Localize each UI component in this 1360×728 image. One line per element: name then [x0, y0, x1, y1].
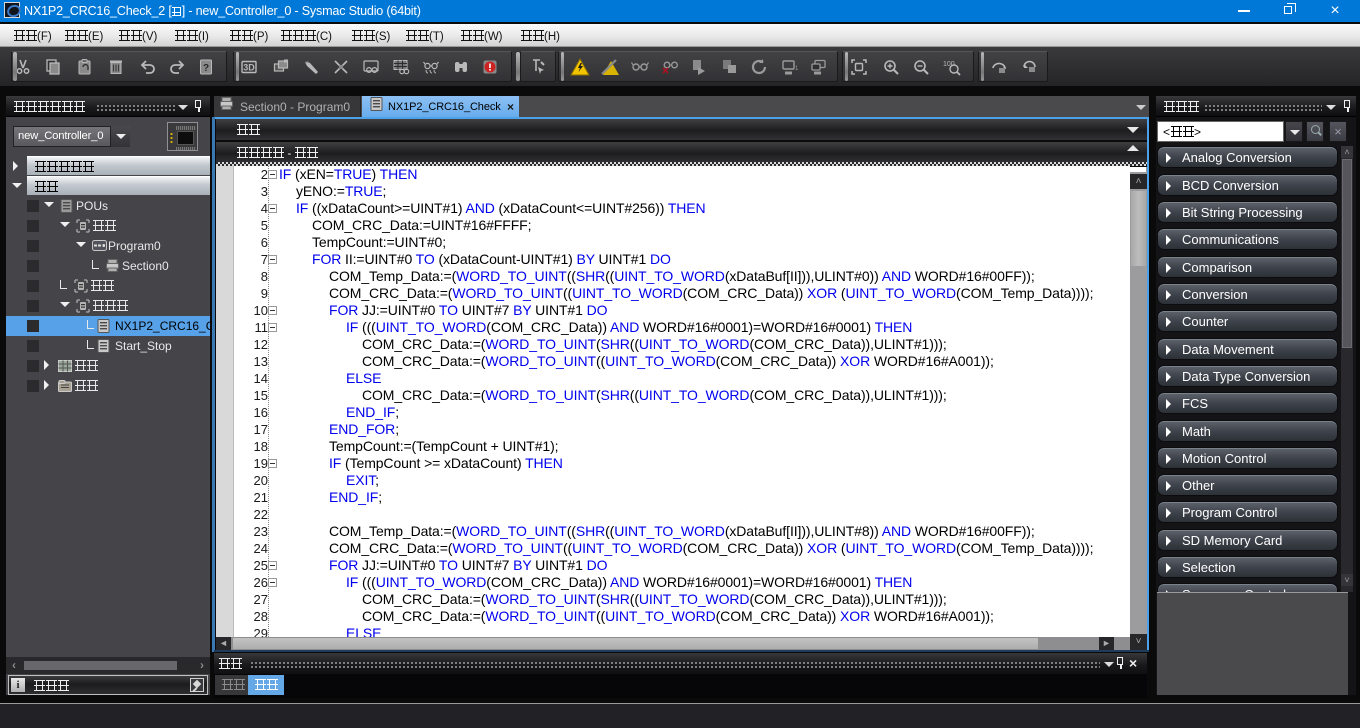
svg-text:3D: 3D — [243, 63, 255, 73]
svg-text:?: ? — [203, 63, 209, 74]
svg-text:1: 1 — [795, 66, 798, 72]
